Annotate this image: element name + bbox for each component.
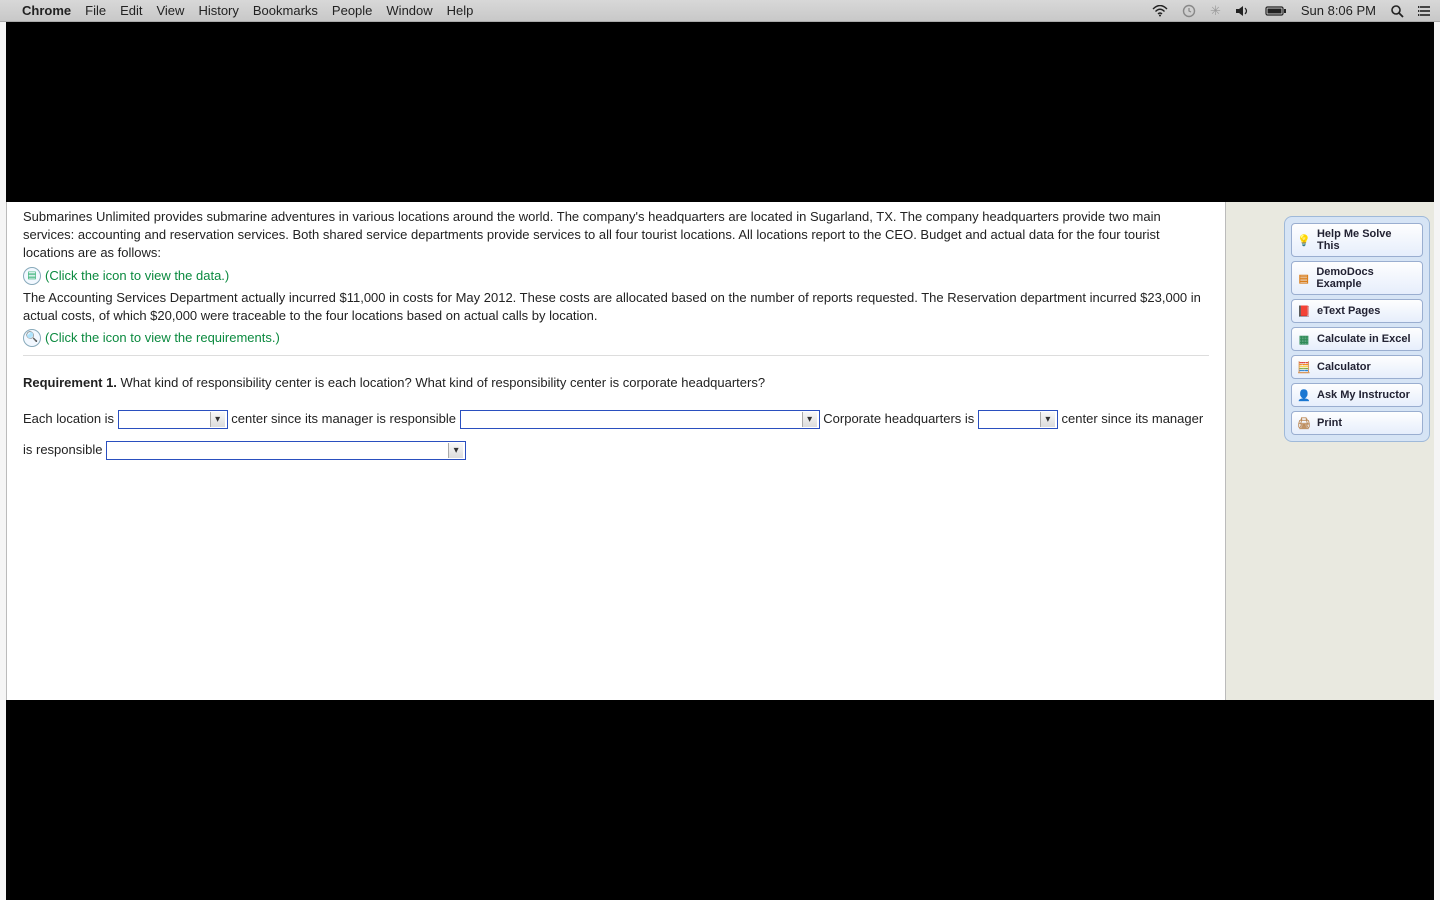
calculator-icon: 🧮 <box>1297 360 1311 374</box>
help-me-solve-label: Help Me Solve This <box>1317 228 1417 252</box>
menu-edit[interactable]: Edit <box>120 3 142 18</box>
spotlight-icon[interactable] <box>1390 4 1404 18</box>
requirement-line: Requirement 1. What kind of responsibili… <box>23 374 1209 392</box>
view-data-text: (Click the icon to view the data.) <box>45 267 229 285</box>
excel-icon: ▦ <box>1297 332 1311 346</box>
ans-text-2: center since its manager is responsible <box>231 411 459 426</box>
demodocs-label: DemoDocs Example <box>1316 266 1417 290</box>
dropdown-hq-responsible[interactable] <box>106 441 466 460</box>
timemachine-icon[interactable] <box>1182 4 1196 18</box>
ask-instructor-button[interactable]: 👤 Ask My Instructor <box>1291 383 1423 407</box>
data-icon: ▤ <box>23 267 41 285</box>
ask-instructor-label: Ask My Instructor <box>1317 389 1410 401</box>
book-icon: 📕 <box>1297 304 1311 318</box>
separator <box>23 355 1209 356</box>
demodocs-button[interactable]: ▤ DemoDocs Example <box>1291 261 1423 295</box>
answer-area: Each location is center since its manage… <box>23 403 1209 465</box>
menu-help[interactable]: Help <box>447 3 474 18</box>
requirement-label: Requirement 1. <box>23 375 117 390</box>
view-requirements-link[interactable]: 🔍 (Click the icon to view the requiremen… <box>23 329 1209 347</box>
menu-view[interactable]: View <box>156 3 184 18</box>
paragraph-2: The Accounting Services Department actua… <box>23 289 1209 325</box>
question-panel: Submarines Unlimited provides submarine … <box>6 202 1226 776</box>
dropdown-location-type[interactable] <box>118 410 228 429</box>
calculator-button[interactable]: 🧮 Calculator <box>1291 355 1423 379</box>
dropdown-location-responsible[interactable] <box>460 410 820 429</box>
requirement-text: What kind of responsibility center is ea… <box>117 375 765 390</box>
battery-icon[interactable] <box>1265 5 1287 17</box>
printer-icon: 🖨 <box>1297 416 1311 430</box>
print-button[interactable]: 🖨 Print <box>1291 411 1423 435</box>
bulb-icon: 💡 <box>1297 233 1311 247</box>
person-icon: 👤 <box>1297 388 1311 402</box>
doc-icon: ▤ <box>1297 271 1310 285</box>
help-me-solve-button[interactable]: 💡 Help Me Solve This <box>1291 223 1423 257</box>
view-data-link[interactable]: ▤ (Click the icon to view the data.) <box>23 267 1209 285</box>
calculate-excel-label: Calculate in Excel <box>1317 333 1411 345</box>
wifi-icon[interactable] <box>1152 5 1168 17</box>
volume-icon[interactable] <box>1235 5 1251 17</box>
menu-window[interactable]: Window <box>386 3 432 18</box>
requirements-icon: 🔍 <box>23 329 41 347</box>
app-name[interactable]: Chrome <box>22 3 71 18</box>
ans-text-1: Each location is <box>23 411 118 426</box>
menu-bookmarks[interactable]: Bookmarks <box>253 3 318 18</box>
menu-history[interactable]: History <box>198 3 238 18</box>
tools-sidebar: 💡 Help Me Solve This ▤ DemoDocs Example 📕 e… <box>1284 216 1430 442</box>
menu-file[interactable]: File <box>85 3 106 18</box>
etext-label: eText Pages <box>1317 305 1380 317</box>
intro-paragraph: Submarines Unlimited provides submarine … <box>23 208 1209 263</box>
notification-center-icon[interactable] <box>1418 5 1432 17</box>
mac-menubar: Chrome File Edit View History Bookmarks … <box>0 0 1440 22</box>
ans-text-3: Corporate headquarters is <box>823 411 978 426</box>
menu-people[interactable]: People <box>332 3 372 18</box>
calculator-label: Calculator <box>1317 361 1371 373</box>
dropdown-hq-type[interactable] <box>978 410 1058 429</box>
calculate-excel-button[interactable]: ▦ Calculate in Excel <box>1291 327 1423 351</box>
print-label: Print <box>1317 417 1342 429</box>
etext-button[interactable]: 📕 eText Pages <box>1291 299 1423 323</box>
view-requirements-text: (Click the icon to view the requirements… <box>45 329 280 347</box>
bluetooth-icon[interactable]: ✳︎ <box>1210 3 1221 19</box>
redacted-bottom <box>6 700 1434 900</box>
clock[interactable]: Sun 8:06 PM <box>1301 3 1376 18</box>
redacted-top <box>6 22 1434 202</box>
